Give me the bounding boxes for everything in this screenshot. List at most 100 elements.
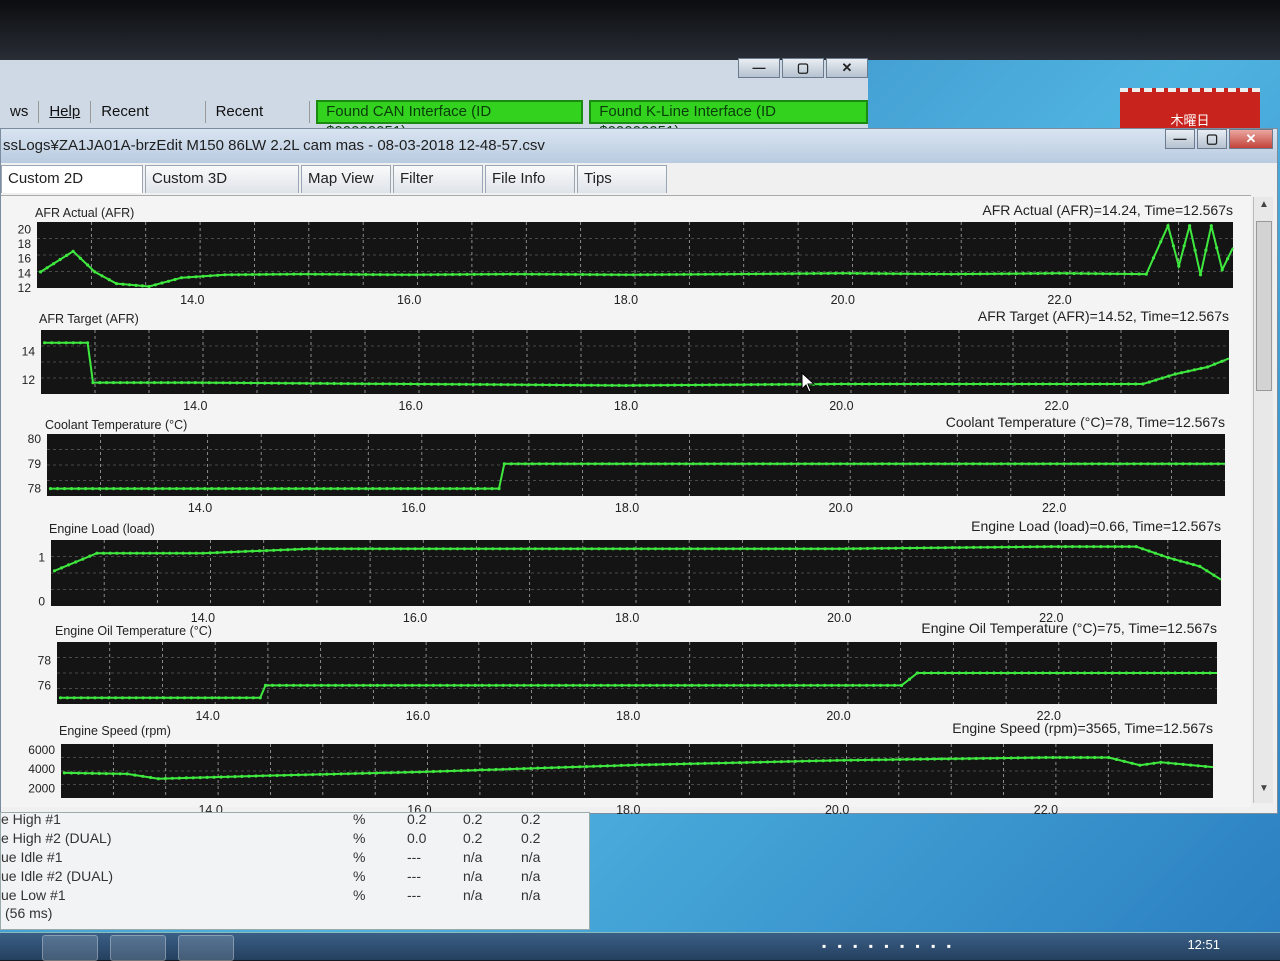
data-point (173, 277, 177, 282)
data-point (184, 776, 188, 780)
data-point (205, 775, 209, 779)
x-tick-label: 16.0 (398, 399, 422, 413)
data-point (933, 757, 937, 761)
data-point (739, 683, 743, 687)
minimize-button[interactable]: — (738, 58, 780, 78)
data-point (557, 765, 561, 770)
data-point (154, 487, 158, 491)
data-point (1034, 671, 1038, 675)
data-point (810, 462, 814, 466)
chart-plot[interactable]: 1014.0 16.0 18.0 20.0 22.0 (1, 522, 1251, 626)
tab-custom-3d-graphing[interactable]: Custom 3D Graphing (145, 165, 299, 213)
data-point (809, 683, 813, 687)
chrome-icon[interactable] (110, 935, 166, 961)
data-point (333, 683, 337, 687)
tab-map-view[interactable]: Map View (301, 165, 391, 193)
system-tray[interactable]: ▪ ▪ ▪ ▪ ▪ ▪ ▪ ▪ ▪ (822, 939, 955, 953)
data-point (93, 696, 97, 700)
data-point (703, 547, 707, 551)
menu-item-help[interactable]: Help (39, 101, 92, 123)
scrollbar-thumb[interactable] (1256, 221, 1272, 391)
chart-plot[interactable]: 2018161412 14.0 16.0 18.0 20.0 22.0 (1, 206, 1251, 310)
data-point (1174, 762, 1178, 766)
menu-item-windows[interactable]: ws (0, 101, 40, 123)
data-point (169, 696, 173, 700)
data-point (494, 272, 498, 276)
tab-filter[interactable]: Filter (393, 165, 483, 193)
x-tick-label: 20.0 (831, 293, 855, 307)
data-point (396, 770, 400, 775)
data-point (353, 771, 357, 776)
list-item[interactable]: ue Low #1 % --- n/a n/a (1, 887, 581, 901)
minimize-button[interactable]: — (1165, 129, 1195, 149)
scroll-down-arrow-icon[interactable]: ▼ (1254, 783, 1274, 801)
tab-file-info[interactable]: File Info (485, 165, 575, 193)
data-point (638, 273, 643, 277)
list-item[interactable]: e High #1 % 0.2 0.2 0.2 (1, 811, 581, 831)
data-point (992, 272, 997, 276)
vertical-scrollbar[interactable]: ▲ ▼ (1253, 197, 1273, 803)
list-item[interactable]: ue Idle #1 % --- n/a n/a (1, 849, 581, 869)
data-point (182, 487, 186, 491)
data-point (985, 382, 989, 386)
data-point (1027, 671, 1031, 675)
data-point (237, 273, 241, 277)
y-tick-label: 76 (38, 678, 52, 692)
data-point (1049, 545, 1053, 549)
data-point (196, 696, 200, 700)
taskbar-app-button[interactable] (178, 935, 234, 961)
data-point (294, 487, 298, 491)
data-point (285, 272, 289, 276)
x-tick-label: 20.0 (828, 501, 852, 515)
close-button[interactable]: ✕ (1229, 129, 1273, 149)
data-point (689, 272, 693, 276)
data-point (339, 382, 343, 386)
data-point (522, 767, 526, 771)
data-point (1020, 671, 1024, 675)
data-point (1063, 545, 1068, 549)
tab-tips[interactable]: Tips (577, 165, 667, 193)
data-point (252, 487, 256, 491)
data-point (1099, 545, 1103, 549)
data-point (354, 683, 358, 687)
data-point (551, 462, 555, 466)
maximize-button[interactable]: ▢ (1197, 129, 1227, 149)
tab-custom-2d-graphing[interactable]: Custom 2D Graphing (1, 165, 143, 213)
data-point (168, 487, 172, 491)
data-point (1204, 248, 1208, 252)
data-point (1076, 671, 1080, 675)
data-point (544, 462, 548, 466)
maximize-button[interactable]: ▢ (782, 58, 824, 78)
param-name: ue Low #1 (1, 887, 66, 901)
chart-plot[interactable]: 14 12 14.0 16.0 18.0 20.0 22.0 (1, 312, 1251, 416)
list-item[interactable]: e High #2 (DUAL) % 0.0 0.2 0.2 (1, 830, 581, 850)
data-point (1187, 671, 1191, 675)
close-button[interactable]: ✕ (826, 58, 868, 78)
data-point (381, 382, 385, 386)
data-point (907, 677, 912, 681)
scroll-up-arrow-icon[interactable]: ▲ (1254, 199, 1274, 217)
taskbar-app-button[interactable] (42, 935, 98, 961)
data-point (86, 341, 90, 345)
list-item[interactable]: ue Idle #2 (DUAL) % --- n/a n/a (1, 868, 581, 888)
data-point (194, 275, 198, 279)
data-point (166, 381, 170, 385)
menu-item-recent-roms[interactable]: Recent ROMs (91, 101, 206, 142)
menu-item-recent-logs[interactable]: Recent Logs (206, 101, 311, 142)
data-point (424, 683, 428, 687)
data-point (866, 462, 870, 466)
data-point (452, 769, 456, 773)
data-point (259, 487, 263, 491)
data-point (1118, 462, 1122, 466)
data-point (1185, 561, 1189, 565)
data-point (271, 272, 275, 276)
chart-plot[interactable]: 787614.0 16.0 18.0 20.0 22.0 (1, 624, 1251, 728)
data-point (1062, 462, 1066, 466)
data-point (579, 462, 583, 466)
data-point (604, 547, 608, 551)
chart-plot[interactable]: 80 79 78 14.0 16.0 18.0 20.0 22.0 (1, 418, 1251, 522)
data-point (420, 487, 424, 491)
data-point (472, 272, 476, 276)
data-point (307, 547, 311, 551)
data-point (48, 487, 53, 491)
